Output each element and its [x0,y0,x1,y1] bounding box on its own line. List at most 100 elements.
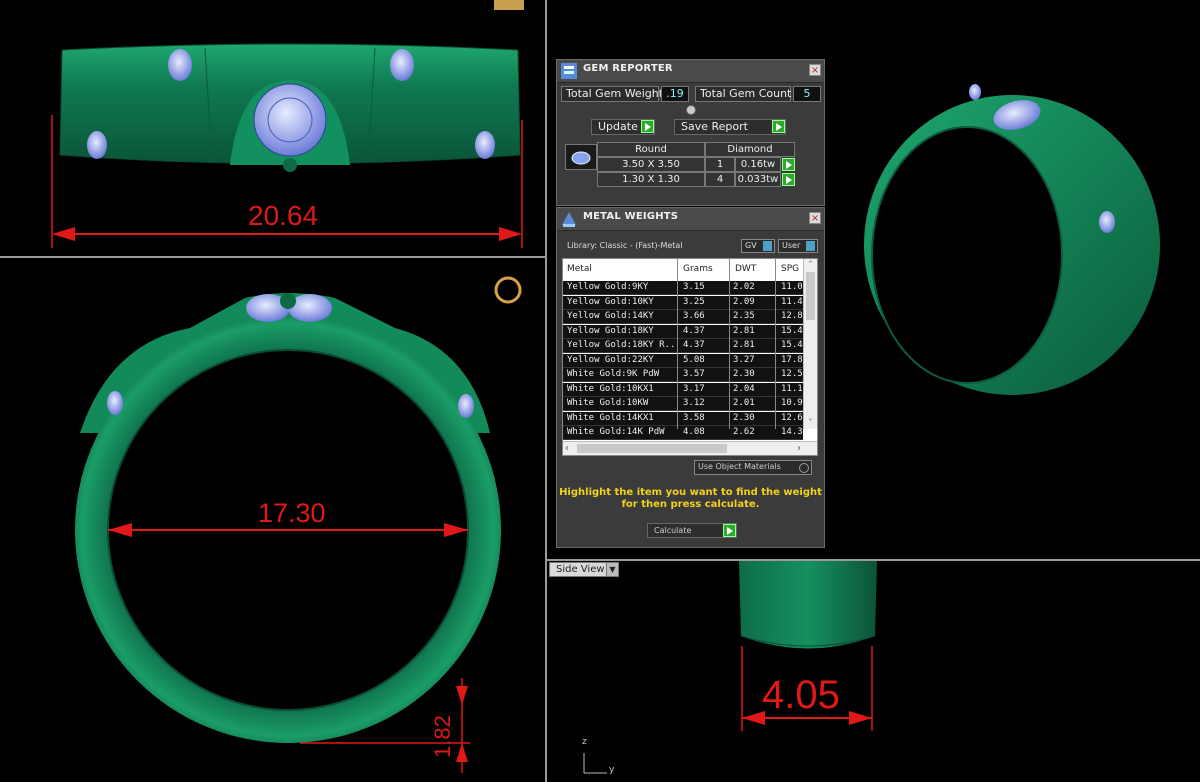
col-header-metal[interactable]: Metal [567,264,592,274]
total-gem-weight-label: Total Gem Weight [561,86,663,102]
metal-name-cell: White Gold:14K PdW [567,427,665,437]
gem-row-count: 1 [705,157,735,172]
column-divider [775,259,776,429]
use-object-materials-toggle[interactable]: Use Object Materials [694,460,812,475]
width-dimension-label: 20.64 [248,200,319,231]
metal-table-row[interactable]: White Gold:9K PdW 3.57 2.30 12.59 [563,368,807,382]
col-header-grams[interactable]: Grams [683,264,713,274]
calculate-play-icon[interactable] [723,524,736,537]
gem-row-play-icon[interactable] [782,173,795,186]
viewport-bottom-left[interactable]: 17.30 1.82 [0,258,545,782]
grams-cell: 3.12 [683,398,705,408]
grams-cell: 3.57 [683,369,705,379]
metal-table-row[interactable]: Yellow Gold:9KY 3.15 2.02 11.08 [563,281,807,295]
total-gem-count-label: Total Gem Count [695,86,791,102]
horizontal-scrollbar[interactable]: ‹ › [563,441,817,455]
dwt-cell: 2.81 [733,325,755,336]
grams-cell: 3.17 [683,383,705,394]
update-play-icon[interactable] [641,120,654,133]
inner-diameter-label: 17.30 [258,498,326,528]
metal-table-header: Metal Grams DWT SPG [563,259,803,281]
metal-table-row[interactable]: White Gold:14K PdW 4.08 2.62 14.37 [563,426,807,440]
gem-reporter-titlebar[interactable]: GEM REPORTER × [557,60,824,83]
gv-toggle[interactable]: GV [741,239,775,253]
grams-cell: 4.37 [683,340,705,350]
metal-name-cell: Yellow Gold:22KY [567,354,654,365]
scroll-thumb[interactable] [806,272,815,320]
close-icon[interactable]: × [809,64,821,76]
viewport-bottom-right[interactable]: Side View ▼ 4.05 z y [547,561,1200,782]
dwt-cell: 2.35 [733,311,755,321]
metal-table-row[interactable]: Yellow Gold:18KY R... 4.37 2.81 15.41 [563,339,807,353]
dwt-cell: 2.30 [733,412,755,423]
metal-weights-titlebar[interactable]: METAL WEIGHTS × [557,208,824,231]
dwt-cell: 2.09 [733,296,755,307]
gem-reporter-title: GEM REPORTER [583,63,673,74]
gem-reporter-panel: GEM REPORTER × Total Gem Weight .19 Tota… [556,59,825,206]
chevron-down-icon[interactable]: ˅ [805,418,816,428]
chevron-left-icon[interactable]: ‹ [565,442,569,455]
update-button-label: Update [598,120,638,133]
grams-cell: 3.66 [683,311,705,321]
metal-name-cell: White Gold:14KX1 [567,412,654,423]
metal-weights-title: METAL WEIGHTS [583,211,679,222]
scroll-thumb[interactable] [577,444,727,453]
user-toggle-label: User [782,241,801,250]
gem-shape-header: Round [597,142,705,157]
metal-weights-panel: METAL WEIGHTS × Library: Classic - (Fast… [556,207,825,548]
dwt-cell: 2.01 [733,398,755,408]
viewport-top-left[interactable]: 20.64 [0,0,545,256]
dwt-cell: 3.27 [733,354,755,365]
panel-resize-handle[interactable] [686,105,696,115]
user-toggle[interactable]: User [778,239,818,253]
metal-table-row[interactable]: Yellow Gold:18KY 4.37 2.81 15.41 [563,324,807,339]
dwt-cell: 2.02 [733,282,755,292]
chevron-right-icon[interactable]: › [797,442,801,455]
radio-icon [799,463,809,473]
column-divider [677,259,678,429]
total-gem-count-value[interactable]: 5 [793,86,821,102]
grams-cell: 4.08 [683,427,705,437]
ring-side-render [583,561,877,774]
metal-table-row[interactable]: Yellow Gold:10KY 3.25 2.09 11.45 [563,295,807,310]
column-divider [729,259,730,429]
vertical-scrollbar[interactable]: ˄ ˅ [803,259,817,429]
gem-row-play-icon[interactable] [782,158,795,171]
dwt-cell: 2.04 [733,383,755,394]
gem-reporter-icon [561,63,577,79]
view-selector-label: Side View [556,564,605,575]
axis-z-label: z [582,737,587,747]
metal-table-row[interactable]: White Gold:14KX1 3.58 2.30 12.61 [563,411,807,426]
metal-table-row[interactable]: White Gold:10KW 3.12 2.01 10.99 [563,397,807,411]
metal-name-cell: Yellow Gold:10KY [567,296,654,307]
metal-table-row[interactable]: Yellow Gold:22KY 5.08 3.27 17.89 [563,353,807,368]
gem-row-count: 4 [705,172,735,187]
gv-toggle-label: GV [745,241,757,250]
chevron-down-icon: ▼ [606,563,618,576]
col-header-spg[interactable]: SPG [781,264,799,274]
gem-row-size: 1.30 X 1.30 [597,172,705,187]
grams-cell: 3.58 [683,412,705,423]
side-width-label: 4.05 [762,673,840,717]
metal-table-row[interactable]: White Gold:10KX1 3.17 2.04 11.18 [563,382,807,397]
chevron-up-icon[interactable]: ˄ [805,260,816,270]
grams-cell: 4.37 [683,325,705,336]
view-selector[interactable]: Side View ▼ [549,562,619,577]
instruction-line-2: for then press calculate. [621,499,760,510]
save-report-button[interactable]: Save Report [674,119,786,135]
close-icon[interactable]: × [809,212,821,224]
metal-name-cell: White Gold:10KW [567,398,649,408]
band-thickness-label: 1.82 [430,715,455,758]
metal-name-cell: Yellow Gold:9KY [567,282,649,292]
save-report-play-icon[interactable] [772,120,785,133]
metal-table-row[interactable]: Yellow Gold:14KY 3.66 2.35 12.88 [563,310,807,324]
metal-weights-table[interactable]: Metal Grams DWT SPG Yellow Gold:9KY 3.15 2… [562,258,818,456]
metal-name-cell: Yellow Gold:14KY [567,311,654,321]
metal-name-cell: White Gold:10KX1 [567,383,654,394]
library-label: Library: Classic - (Fast)-Metal [567,241,683,250]
col-header-dwt[interactable]: DWT [735,264,756,274]
round-gem-icon [571,151,591,165]
total-gem-weight-value[interactable]: .19 [661,86,689,102]
gem-row-weight: 0.16tw [735,157,781,172]
dwt-cell: 2.81 [733,340,755,350]
